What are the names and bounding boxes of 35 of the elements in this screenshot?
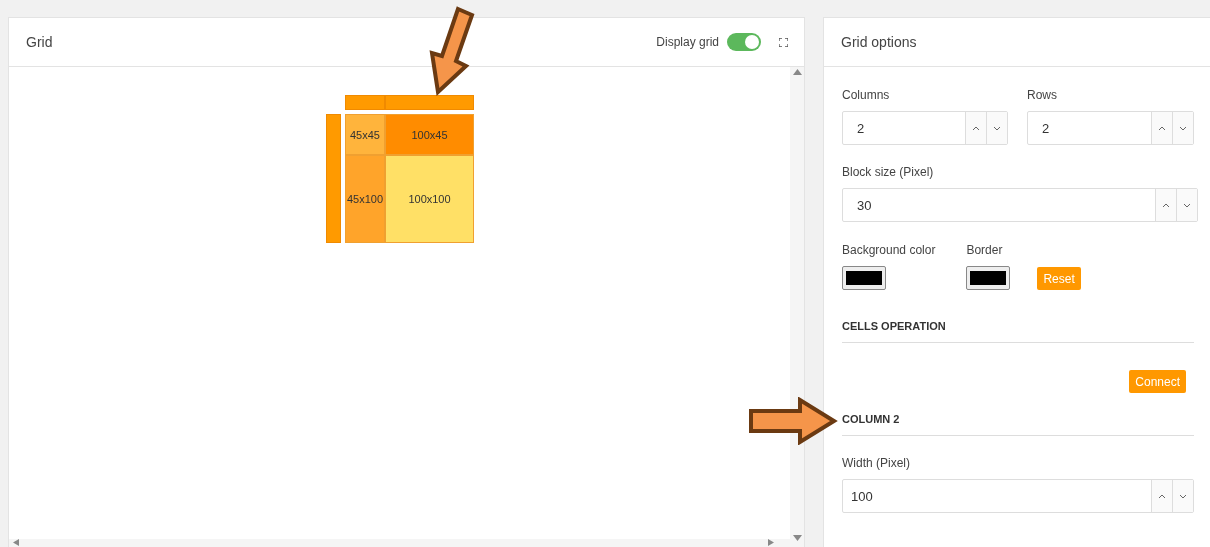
number-field[interactable]: 2 bbox=[842, 111, 1008, 145]
color-picker[interactable] bbox=[966, 266, 1011, 290]
field-label: Rows bbox=[1027, 88, 1058, 102]
display-grid-toggle[interactable] bbox=[727, 33, 761, 51]
up-caret-icon[interactable] bbox=[1158, 125, 1166, 131]
up-caret-icon[interactable] bbox=[972, 125, 980, 131]
grid-cell[interactable]: 100x100 bbox=[385, 155, 474, 243]
scroll-right-icon[interactable] bbox=[768, 539, 774, 546]
down-caret-icon[interactable] bbox=[993, 125, 1001, 131]
color-picker[interactable] bbox=[842, 266, 886, 290]
panel-title: Grid bbox=[26, 34, 54, 50]
grid-cell[interactable]: 45x100 bbox=[345, 155, 385, 243]
up-caret-icon[interactable] bbox=[1162, 202, 1170, 208]
field-label: Width (Pixel) bbox=[842, 456, 911, 470]
field-label: Background color bbox=[842, 243, 936, 257]
number-field[interactable]: 100 bbox=[842, 479, 1194, 513]
section-heading: COLUMN 2 bbox=[842, 413, 1194, 436]
display-grid-label: Display grid bbox=[656, 35, 719, 49]
number-field[interactable]: 30 bbox=[842, 188, 1198, 222]
scroll-left-icon[interactable] bbox=[13, 539, 19, 546]
field-label: Columns bbox=[842, 88, 891, 102]
field-label: Block size (Pixel) bbox=[842, 165, 935, 179]
down-caret-icon[interactable] bbox=[1183, 202, 1191, 208]
fullscreen-icon[interactable] bbox=[779, 37, 788, 47]
scroll-down-icon[interactable] bbox=[792, 535, 802, 541]
section-heading: CELLS OPERATION bbox=[842, 320, 1194, 343]
up-caret-icon[interactable] bbox=[1158, 493, 1166, 499]
grid-cell[interactable]: 100x45 bbox=[385, 114, 474, 155]
scroll-up-icon[interactable] bbox=[792, 69, 802, 75]
down-caret-icon[interactable] bbox=[1179, 125, 1187, 131]
number-field[interactable]: 2 bbox=[1027, 111, 1194, 145]
field-label: Border bbox=[966, 243, 1004, 257]
grid-cell[interactable]: 45x45 bbox=[345, 114, 385, 155]
down-caret-icon[interactable] bbox=[1179, 493, 1187, 499]
panel-title: Grid options bbox=[841, 34, 918, 50]
